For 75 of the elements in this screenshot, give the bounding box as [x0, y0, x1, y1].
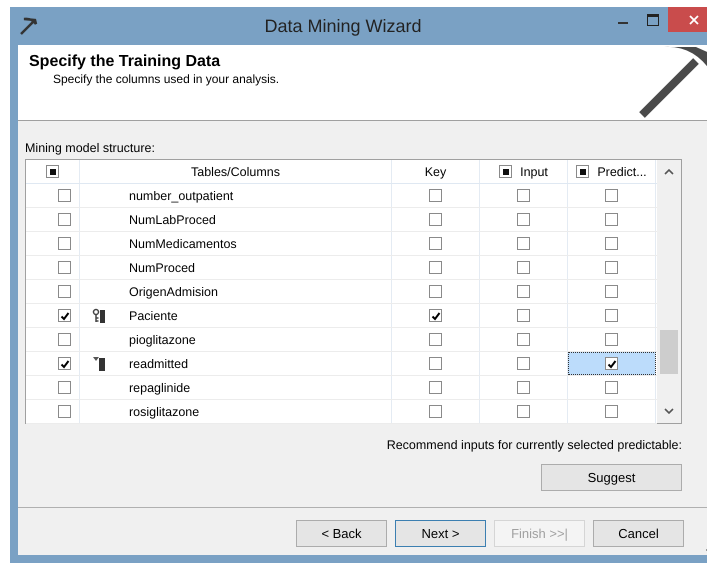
checkbox[interactable]: [429, 213, 442, 226]
checkbox[interactable]: [517, 261, 530, 274]
checkbox[interactable]: [517, 189, 530, 202]
checkbox[interactable]: [58, 285, 71, 298]
page-subtitle: Specify the columns used in your analysis.: [53, 72, 280, 86]
checkbox[interactable]: [429, 309, 442, 322]
column-header[interactable]: Tables/Columns: [191, 164, 280, 178]
column-header[interactable]: Predict...: [597, 164, 647, 178]
checkbox[interactable]: [429, 189, 442, 202]
checkbox[interactable]: [605, 309, 618, 322]
column-header[interactable]: Input: [520, 164, 548, 178]
column-name: repaglinide: [129, 380, 190, 394]
column-name: OrigenAdmision: [129, 284, 218, 298]
column-header[interactable]: Key: [424, 164, 446, 178]
close-icon: [689, 14, 699, 24]
checkbox[interactable]: [58, 237, 71, 250]
column-name: NumLabProced: [129, 212, 216, 226]
checkbox[interactable]: [517, 285, 530, 298]
checkbox[interactable]: [429, 285, 442, 298]
wizard-button[interactable]: < Back: [296, 520, 387, 547]
checkbox[interactable]: [58, 381, 71, 394]
column-name: NumProced: [129, 260, 195, 274]
checkbox[interactable]: [517, 381, 530, 394]
checkbox[interactable]: [58, 309, 71, 322]
column-name: NumMedicamentos: [129, 236, 237, 250]
checkbox[interactable]: [499, 165, 512, 178]
checkbox[interactable]: [58, 357, 71, 370]
key-icon: [92, 308, 106, 324]
column-name: Paciente: [129, 308, 178, 322]
page-title: Specify the Training Data: [29, 53, 222, 71]
scroll-down-icon[interactable]: [664, 408, 674, 414]
checkbox[interactable]: [58, 405, 71, 418]
checkbox[interactable]: [429, 333, 442, 346]
scrollbar[interactable]: [657, 160, 681, 423]
suggest-button[interactable]: Suggest: [541, 464, 682, 491]
checkbox[interactable]: [429, 261, 442, 274]
checkbox[interactable]: [605, 405, 618, 418]
checkbox[interactable]: [605, 261, 618, 274]
scroll-up-icon[interactable]: [664, 169, 674, 175]
checkbox[interactable]: [429, 405, 442, 418]
checkbox[interactable]: [517, 357, 530, 370]
checkbox[interactable]: [605, 285, 618, 298]
checkbox[interactable]: [605, 189, 618, 202]
wizard-button[interactable]: Cancel: [593, 520, 684, 547]
checkbox[interactable]: [517, 309, 530, 322]
checkbox[interactable]: [58, 213, 71, 226]
checkbox[interactable]: [517, 333, 530, 346]
close-button[interactable]: [668, 7, 707, 32]
checkbox[interactable]: [58, 189, 71, 202]
scrollbar-thumb[interactable]: [660, 330, 678, 374]
checkbox[interactable]: [605, 237, 618, 250]
checkbox[interactable]: [605, 357, 618, 370]
checkbox[interactable]: [58, 261, 71, 274]
checkbox[interactable]: [576, 165, 590, 178]
checkbox[interactable]: [429, 381, 442, 394]
grid-label: Mining model structure:: [25, 141, 156, 155]
checkbox[interactable]: [517, 405, 530, 418]
wizard-button[interactable]: Next >: [395, 520, 486, 547]
window-title: Data Mining Wizard: [263, 16, 423, 37]
recommend-label: Recommend inputs for currently selected predictable:: [386, 438, 682, 452]
checkbox[interactable]: [429, 237, 442, 250]
predictable-column-icon: [92, 356, 106, 372]
checkbox[interactable]: [429, 357, 442, 370]
pickaxe-icon: [18, 16, 38, 36]
checkbox[interactable]: [605, 381, 618, 394]
checkbox[interactable]: [58, 333, 71, 346]
column-name: rosiglitazone: [129, 404, 200, 418]
checkbox[interactable]: [605, 213, 618, 226]
column-name: pioglitazone: [129, 332, 196, 346]
checkbox[interactable]: [605, 333, 618, 346]
checkbox[interactable]: [46, 165, 59, 178]
column-name: readmitted: [129, 356, 188, 370]
checkbox[interactable]: [517, 237, 530, 250]
checkbox[interactable]: [517, 213, 530, 226]
column-name: number_outpatient: [129, 188, 234, 202]
